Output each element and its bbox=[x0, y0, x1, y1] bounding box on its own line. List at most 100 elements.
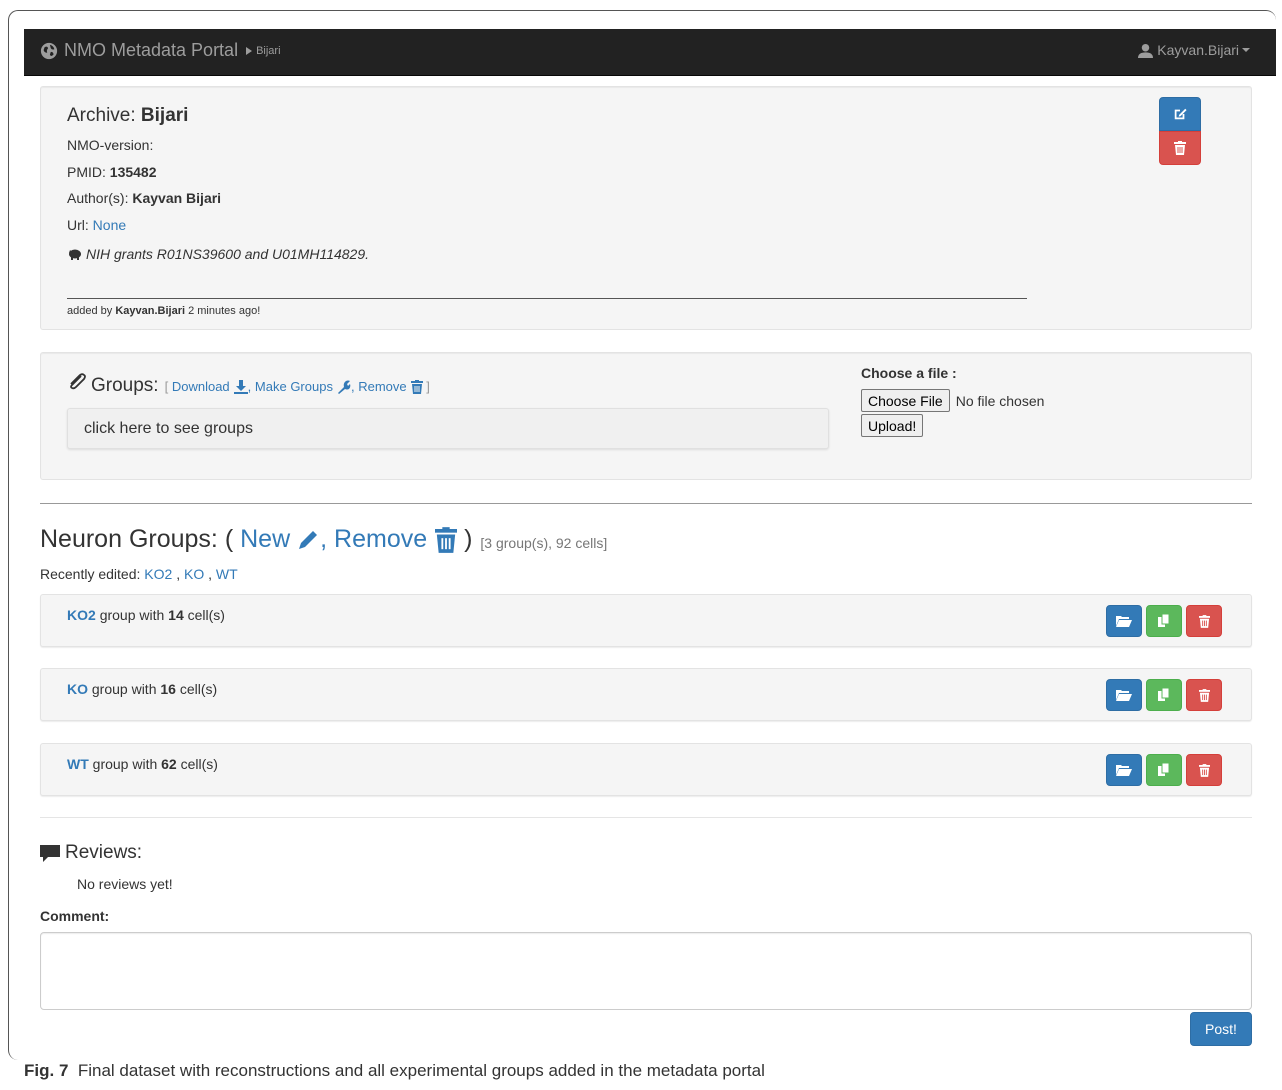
user-name: Kayvan.Bijari bbox=[1157, 42, 1239, 58]
group-name-link[interactable]: KO2 bbox=[67, 607, 96, 623]
folder-open-icon bbox=[1116, 690, 1132, 701]
recently-edited: Recently edited: KO2 , KO , WT bbox=[40, 566, 238, 582]
group-actions bbox=[1106, 754, 1222, 786]
added-by: added by Kayvan.Bijari 2 minutes ago! bbox=[67, 305, 260, 317]
group-suffix: cell(s) bbox=[180, 756, 218, 772]
globe-icon bbox=[40, 42, 58, 59]
open-bracket: [ bbox=[164, 379, 169, 394]
user-icon bbox=[1138, 43, 1154, 58]
copy-group-button[interactable] bbox=[1146, 679, 1182, 711]
delete-group-button[interactable] bbox=[1186, 605, 1222, 637]
recent-link-wt[interactable]: WT bbox=[216, 566, 238, 582]
group-summary: KO group with 16 cell(s) bbox=[67, 681, 217, 697]
trash-icon bbox=[1198, 688, 1210, 702]
neuron-groups-title: Neuron Groups: ( New , Remove ) [3 group… bbox=[40, 525, 607, 554]
comma: , bbox=[320, 525, 328, 553]
figure-number: Fig. 7 bbox=[24, 1061, 69, 1080]
neuron-groups-label: Neuron Groups: bbox=[40, 525, 218, 553]
url-link[interactable]: None bbox=[93, 217, 126, 233]
url: Url: None bbox=[67, 217, 126, 233]
group-name-link[interactable]: KO bbox=[67, 681, 88, 697]
comment-textarea[interactable] bbox=[40, 932, 1252, 1010]
archive-panel: Archive: Bijari NMO-version: PMID: 13548… bbox=[40, 86, 1252, 330]
open-group-button[interactable] bbox=[1106, 605, 1142, 637]
make-groups-link[interactable]: Make Groups bbox=[255, 379, 333, 394]
group-mid-text: group with bbox=[91, 681, 157, 697]
added-user: Kayvan.Bijari bbox=[115, 305, 186, 317]
copy-group-button[interactable] bbox=[1146, 605, 1182, 637]
trash-icon bbox=[1198, 763, 1210, 777]
brand-title: NMO Metadata Portal bbox=[64, 40, 239, 60]
open-group-button[interactable] bbox=[1106, 679, 1142, 711]
archive-title-prefix: Archive: bbox=[67, 105, 136, 126]
brand[interactable]: NMO Metadata Portal Bijari bbox=[40, 40, 281, 61]
section-divider bbox=[40, 503, 1252, 504]
figure-caption: Fig. 7 Final dataset with reconstruction… bbox=[24, 1061, 765, 1081]
download-icon[interactable] bbox=[233, 379, 248, 394]
group-actions bbox=[1106, 679, 1222, 711]
group-actions bbox=[1106, 605, 1222, 637]
post-button[interactable]: Post! bbox=[1190, 1012, 1252, 1046]
recent-link-ko2[interactable]: KO2 bbox=[144, 566, 172, 582]
triangle-right-icon bbox=[246, 46, 253, 55]
user-menu[interactable]: Kayvan.Bijari bbox=[1138, 42, 1250, 58]
close-paren: ) bbox=[464, 525, 473, 553]
delete-group-button[interactable] bbox=[1186, 754, 1222, 786]
download-link[interactable]: Download bbox=[172, 379, 230, 394]
no-reviews-text: No reviews yet! bbox=[77, 876, 173, 892]
copy-icon bbox=[1158, 614, 1170, 627]
group-suffix: cell(s) bbox=[187, 607, 225, 623]
comment-label: Comment: bbox=[40, 908, 110, 924]
close-bracket: ] bbox=[426, 379, 430, 394]
trash-icon[interactable] bbox=[435, 526, 458, 553]
breadcrumb[interactable]: Bijari bbox=[246, 45, 281, 57]
groups-label: Groups: bbox=[91, 375, 159, 396]
separator: , bbox=[350, 379, 355, 394]
pencil-icon[interactable] bbox=[296, 528, 320, 552]
groups-header: Groups: [ Download , Make Groups , Remov… bbox=[67, 373, 430, 397]
open-group-button[interactable] bbox=[1106, 754, 1142, 786]
caret-down-icon bbox=[1242, 48, 1250, 52]
grant: NIH grants R01NS39600 and U01MH114829. bbox=[67, 246, 369, 262]
trash-icon bbox=[1198, 614, 1210, 628]
authors-label: Author(s): bbox=[67, 190, 129, 206]
group-row: KO2 group with 14 cell(s) bbox=[40, 594, 1252, 647]
pmid-label: PMID: bbox=[67, 164, 106, 180]
edit-archive-button[interactable] bbox=[1159, 97, 1201, 131]
copy-icon bbox=[1158, 688, 1170, 701]
file-upload: Choose a file : Choose File No file chos… bbox=[861, 365, 1044, 437]
pmid-value: 135482 bbox=[109, 164, 157, 180]
upload-row: Upload! bbox=[861, 414, 1044, 437]
delete-group-button[interactable] bbox=[1186, 679, 1222, 711]
piggy-bank-icon bbox=[69, 249, 81, 260]
group-name-link[interactable]: WT bbox=[67, 756, 89, 772]
delete-archive-button[interactable] bbox=[1159, 131, 1201, 165]
group-summary: WT group with 62 cell(s) bbox=[67, 756, 218, 772]
choose-file-button[interactable]: Choose File bbox=[861, 389, 950, 412]
see-groups-box[interactable]: click here to see groups bbox=[67, 408, 829, 449]
remove-groups-link[interactable]: Remove bbox=[358, 379, 406, 394]
group-row: KO group with 16 cell(s) bbox=[40, 668, 1252, 721]
reviews-label: Reviews: bbox=[65, 842, 143, 863]
groups-actions: [ Download , Make Groups , Remove ] bbox=[165, 379, 430, 394]
copy-group-button[interactable] bbox=[1146, 754, 1182, 786]
trash-icon[interactable] bbox=[410, 379, 423, 394]
file-label: Choose a file : bbox=[861, 365, 957, 381]
url-label: Url: bbox=[67, 217, 89, 233]
new-group-link[interactable]: New bbox=[240, 525, 290, 554]
pmid: PMID: 135482 bbox=[67, 164, 157, 180]
remove-neuron-groups-link[interactable]: Remove bbox=[334, 525, 427, 554]
folder-open-icon bbox=[1116, 616, 1132, 627]
wrench-icon[interactable] bbox=[337, 380, 351, 394]
caption-text: Final dataset with reconstructions and a… bbox=[77, 1061, 765, 1080]
navbar: NMO Metadata Portal Bijari Kayvan.Bijari bbox=[24, 29, 1276, 76]
archive-name: Bijari bbox=[140, 105, 189, 126]
group-cell-count: 14 bbox=[168, 607, 184, 623]
folder-open-icon bbox=[1116, 765, 1132, 776]
group-mid-text: group with bbox=[99, 607, 165, 623]
trash-icon bbox=[1174, 141, 1186, 155]
upload-button[interactable]: Upload! bbox=[861, 414, 924, 437]
group-summary: KO2 group with 14 cell(s) bbox=[67, 607, 225, 623]
recent-link-ko[interactable]: KO bbox=[184, 566, 204, 582]
reviews-divider bbox=[40, 817, 1252, 818]
